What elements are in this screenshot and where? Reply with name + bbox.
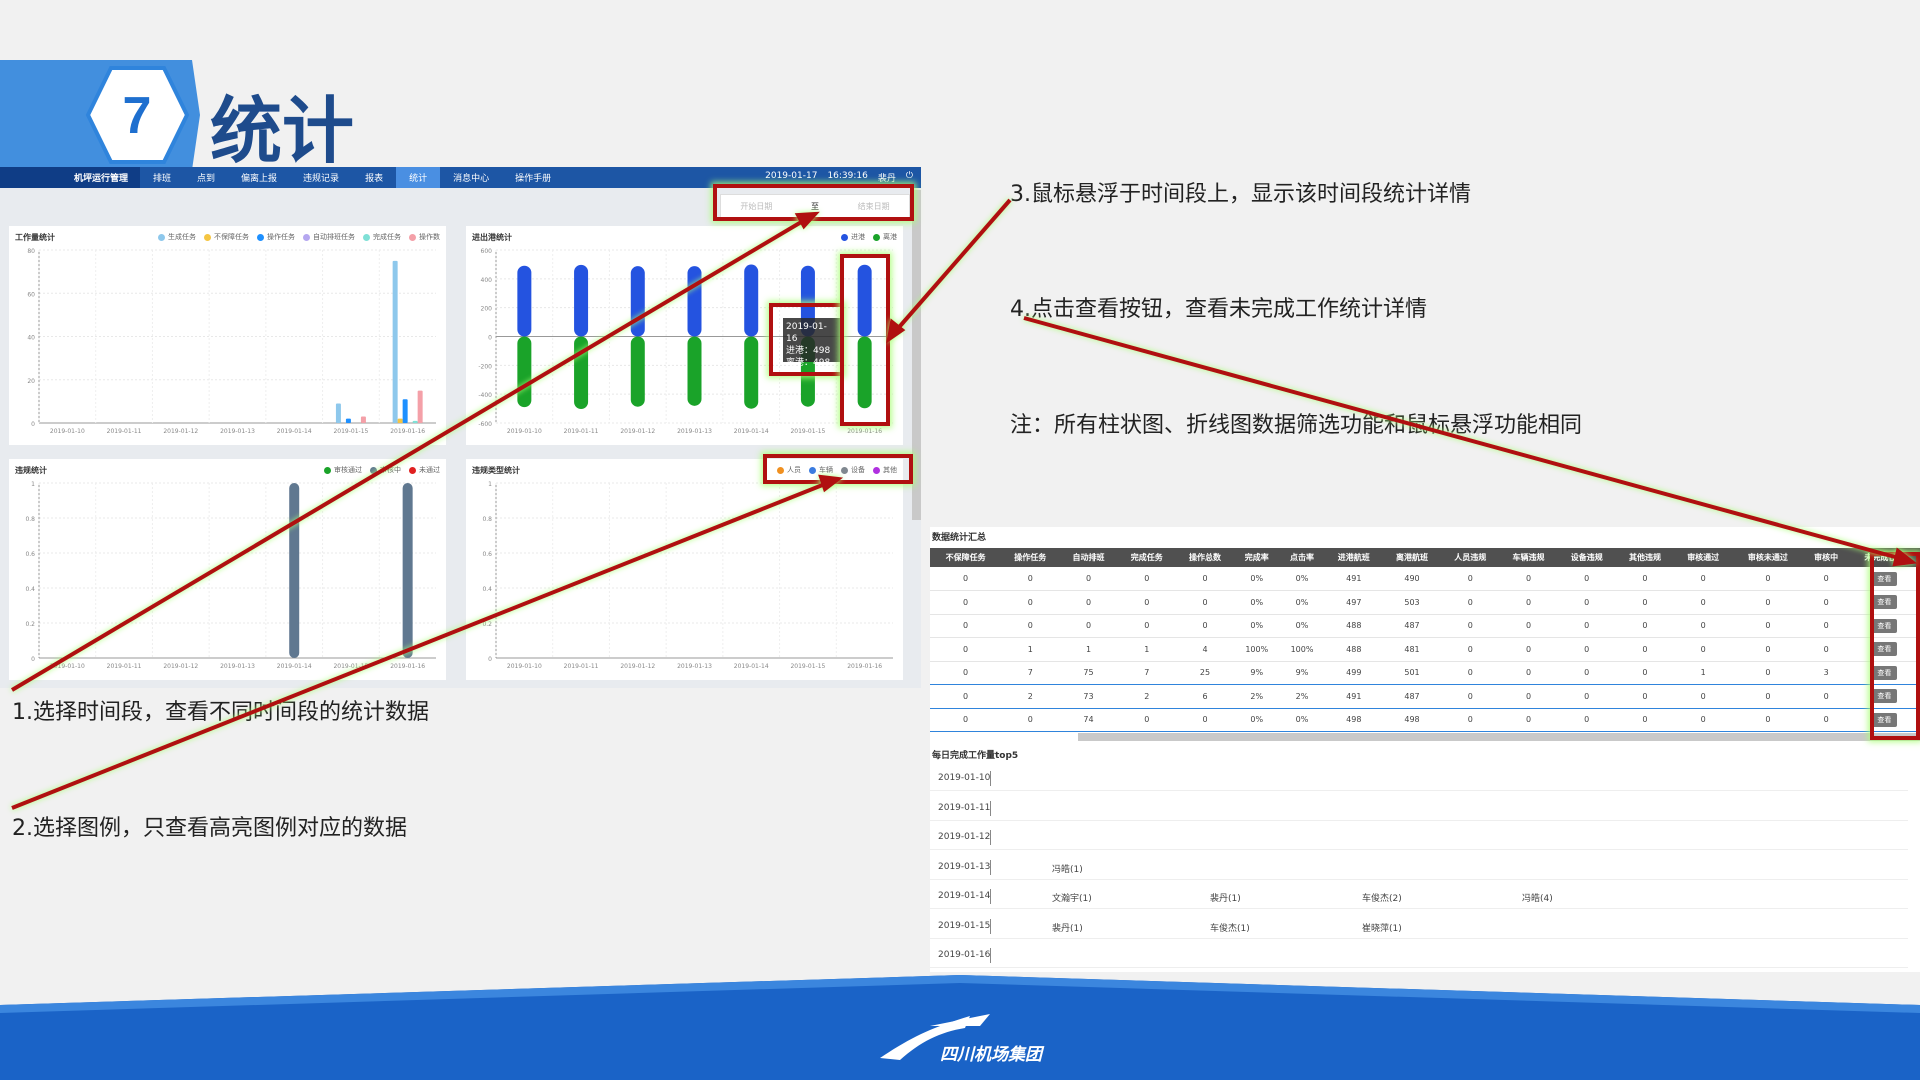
arrow-layer <box>10 198 1918 810</box>
arrow-4-head <box>1892 547 1918 567</box>
company-name: 四川机场集团 <box>940 1045 1042 1065</box>
arrow-4 <box>1023 316 1907 562</box>
arrow-3 <box>892 198 1012 335</box>
arrow-2 <box>11 480 831 810</box>
arrow-1 <box>10 216 810 692</box>
arrow-2-head <box>818 474 844 493</box>
